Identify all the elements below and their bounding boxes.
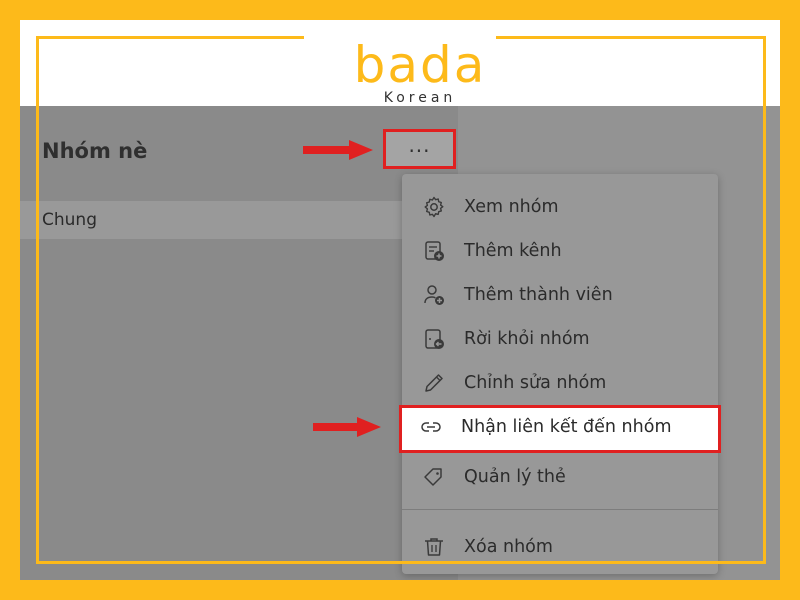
menu-item-view-team[interactable]: Xem nhóm <box>402 185 718 229</box>
menu-item-add-channel[interactable]: Thêm kênh <box>402 229 718 273</box>
arrow-pointer-link <box>313 417 381 437</box>
bada-korean-logo: bada Korean <box>320 38 520 106</box>
more-options-icon: ... <box>408 133 431 157</box>
leave-team-icon <box>425 329 444 349</box>
channel-label: Chung <box>42 210 97 230</box>
logo-main-text: bada <box>353 36 487 94</box>
tag-icon <box>424 468 442 486</box>
menu-item-label: Nhận liên kết đến nhóm <box>461 417 672 437</box>
trash-icon <box>425 538 443 556</box>
logo-sub-text: Korean <box>383 90 457 106</box>
header-band: bada Korean <box>20 20 780 106</box>
menu-item-label: Chỉnh sửa nhóm <box>464 373 607 393</box>
menu-item-label: Xem nhóm <box>464 197 559 217</box>
teams-screenshot: Nhóm nè Chung ... Xem nhóm Thêm kênh Thê… <box>20 106 780 580</box>
frame-line <box>763 36 766 564</box>
menu-item-get-link[interactable]: Nhận liên kết đến nhóm <box>399 405 721 453</box>
add-channel-icon <box>425 241 444 261</box>
menu-item-add-member[interactable]: Thêm thành viên <box>402 273 718 317</box>
menu-item-label: Quản lý thẻ <box>464 467 566 487</box>
team-title: Nhóm nè <box>42 139 148 163</box>
link-icon <box>421 422 441 432</box>
team-options-menu: Xem nhóm Thêm kênh Thêm thành viên Rời k… <box>399 174 721 574</box>
more-options-button[interactable]: ... <box>383 129 456 169</box>
arrow-pointer-more <box>303 140 373 160</box>
menu-item-leave-team[interactable]: Rời khỏi nhóm <box>402 317 718 361</box>
frame-line <box>36 561 766 564</box>
add-member-icon <box>424 285 444 305</box>
menu-item-label: Thêm kênh <box>464 241 562 261</box>
menu-item-label: Thêm thành viên <box>464 285 613 305</box>
frame-line <box>36 36 304 39</box>
pencil-icon <box>425 374 443 392</box>
team-pane: Nhóm nè Chung <box>20 106 458 580</box>
menu-item-edit-team[interactable]: Chỉnh sửa nhóm <box>402 361 718 405</box>
menu-item-label: Xóa nhóm <box>464 537 553 557</box>
menu-divider <box>402 509 718 510</box>
gear-icon <box>424 196 444 218</box>
frame-line <box>496 36 766 39</box>
menu-item-label: Rời khỏi nhóm <box>464 329 590 349</box>
menu-item-manage-tags[interactable]: Quản lý thẻ <box>402 455 718 499</box>
channel-row-chung[interactable]: Chung <box>20 201 458 239</box>
frame-line <box>36 36 39 564</box>
